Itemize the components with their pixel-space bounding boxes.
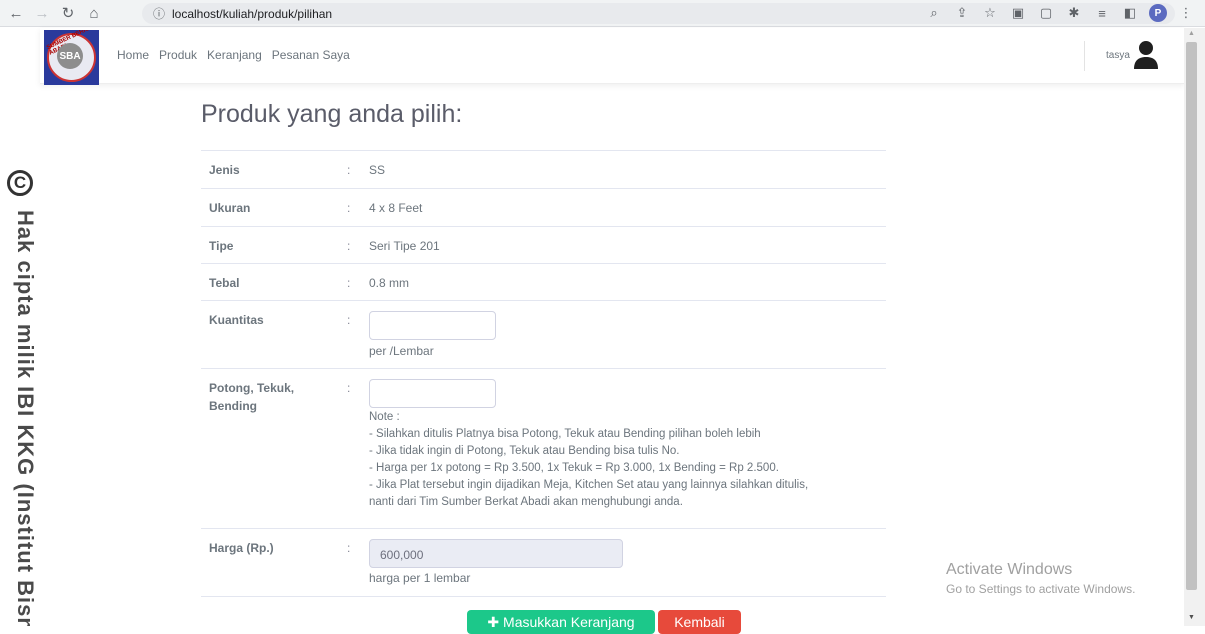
row-colon: :	[347, 313, 351, 327]
puzzle-icon[interactable]: ✱	[1065, 3, 1083, 23]
kuantitas-label: Kuantitas	[209, 313, 264, 327]
nav-link-home[interactable]: Home	[117, 48, 149, 62]
logo-initials: SBA	[57, 43, 83, 69]
row-label-tipe: Tipe	[209, 239, 234, 253]
potong-note: Note : - Silahkan ditulis Platnya bisa P…	[369, 409, 808, 511]
row-colon: :	[347, 239, 351, 253]
user-avatar-icon[interactable]	[1133, 40, 1159, 70]
kuantitas-hint: per /Lembar	[369, 344, 434, 358]
reading-list-icon[interactable]: ≡	[1093, 3, 1111, 23]
note-line: - Silahkan ditulis Platnya bisa Potong, …	[369, 428, 761, 440]
row-colon: :	[347, 381, 351, 395]
row-colon: :	[347, 201, 351, 215]
copyright-watermark: C Hak cipta milik IBI KKG (Institut Bisn…	[0, 84, 40, 626]
menu-kebab-icon[interactable]: ⋮	[1177, 3, 1195, 23]
home-icon[interactable]: ⌂	[83, 2, 105, 24]
browser-toolbar: ← → ↻ ⌂ ⓘ localhost/kuliah/produk/piliha…	[0, 0, 1205, 27]
harga-field: 600,000	[369, 539, 623, 568]
nav-link-keranjang[interactable]: Keranjang	[207, 48, 262, 62]
scroll-up-arrow-icon[interactable]: ▲	[1186, 30, 1197, 40]
reload-icon[interactable]: ↻	[57, 2, 79, 24]
potong-label-line1: Potong, Tekuk,	[209, 381, 295, 395]
note-line: - Jika tidak ingin di Potong, Tekuk atau…	[369, 445, 680, 457]
table-row: Tebal : 0.8 mm	[201, 264, 886, 301]
extension-icon[interactable]: ▣	[1009, 3, 1027, 23]
activate-windows-overlay: Activate Windows Go to Settings to activ…	[946, 561, 1135, 596]
profile-avatar[interactable]: P	[1149, 4, 1167, 22]
scroll-down-arrow-icon[interactable]: ▼	[1186, 614, 1197, 624]
scrollbar-thumb[interactable]	[1186, 42, 1197, 590]
row-colon: :	[347, 163, 351, 177]
row-value-ukuran: 4 x 8 Feet	[369, 201, 423, 215]
harga-label: Harga (Rp.)	[209, 541, 274, 555]
bookmark-star-icon[interactable]: ☆	[981, 3, 999, 23]
row-colon: :	[347, 276, 351, 290]
note-line: nanti dari Tim Sumber Berkat Abadi akan …	[369, 496, 683, 508]
row-label-jenis: Jenis	[209, 163, 240, 177]
site-info-icon[interactable]: ⓘ	[148, 5, 170, 22]
back-button[interactable]: Kembali	[658, 610, 741, 634]
table-row-kuantitas: Kuantitas : per /Lembar	[201, 301, 886, 369]
kuantitas-input[interactable]	[369, 311, 496, 340]
navbar-divider	[1084, 41, 1085, 71]
nav-link-produk[interactable]: Produk	[159, 48, 197, 62]
share-icon[interactable]: ⇪	[953, 3, 971, 23]
page-title: Produk yang anda pilih:	[201, 100, 463, 128]
table-row-harga: Harga (Rp.) : 600,000 harga per 1 lembar	[201, 529, 886, 597]
note-line: - Harga per 1x potong = Rp 3.500, 1x Tek…	[369, 462, 779, 474]
username-label[interactable]: tasya	[1106, 50, 1130, 61]
row-value-jenis: SS	[369, 163, 386, 177]
note-line: - Jika Plat tersebut ingin dijadikan Mej…	[369, 479, 809, 491]
row-value-tipe: Seri Tipe 201	[369, 239, 440, 253]
extension-chat-icon[interactable]: ▢	[1037, 3, 1055, 23]
table-row: Tipe : Seri Tipe 201	[201, 227, 886, 264]
row-value-tebal: 0.8 mm	[369, 276, 410, 290]
back-arrow-icon[interactable]: ←	[5, 2, 27, 24]
row-label-ukuran: Ukuran	[209, 201, 251, 215]
add-to-cart-button[interactable]: ✚ Masukkan Keranjang	[467, 610, 655, 634]
potong-label-line2: Bending	[209, 399, 257, 413]
product-detail-table: Jenis : SS Ukuran : 4 x 8 Feet Tipe : Se…	[201, 150, 886, 597]
row-colon: :	[347, 541, 351, 555]
site-navbar: SUMBER BERKAT ABADI SBA Home Produk Kera…	[40, 28, 1184, 85]
activate-windows-title: Activate Windows	[946, 561, 1073, 578]
table-row-potong: Potong, Tekuk, Bending : Note : - Silahk…	[201, 369, 886, 529]
note-line: Note :	[369, 411, 400, 423]
activate-windows-subtitle: Go to Settings to activate Windows.	[946, 582, 1136, 596]
zoom-icon[interactable]: ⌕	[925, 3, 943, 23]
side-panel-icon[interactable]: ◧	[1121, 3, 1139, 23]
nav-link-pesanan-saya[interactable]: Pesanan Saya	[272, 48, 350, 62]
row-label-tebal: Tebal	[209, 276, 240, 290]
copyright-circle-icon: C	[7, 170, 33, 196]
watermark-text: Hak cipta milik IBI KKG (Institut Bisnis	[13, 210, 38, 626]
brand-logo[interactable]: SUMBER BERKAT ABADI SBA	[44, 30, 99, 85]
potong-input[interactable]	[369, 379, 496, 408]
url-text[interactable]: localhost/kuliah/produk/pilihan	[172, 7, 332, 21]
table-row: Ukuran : 4 x 8 Feet	[201, 189, 886, 227]
harga-hint: harga per 1 lembar	[369, 571, 471, 585]
table-row: Jenis : SS	[201, 151, 886, 189]
forward-arrow-icon[interactable]: →	[31, 2, 53, 24]
